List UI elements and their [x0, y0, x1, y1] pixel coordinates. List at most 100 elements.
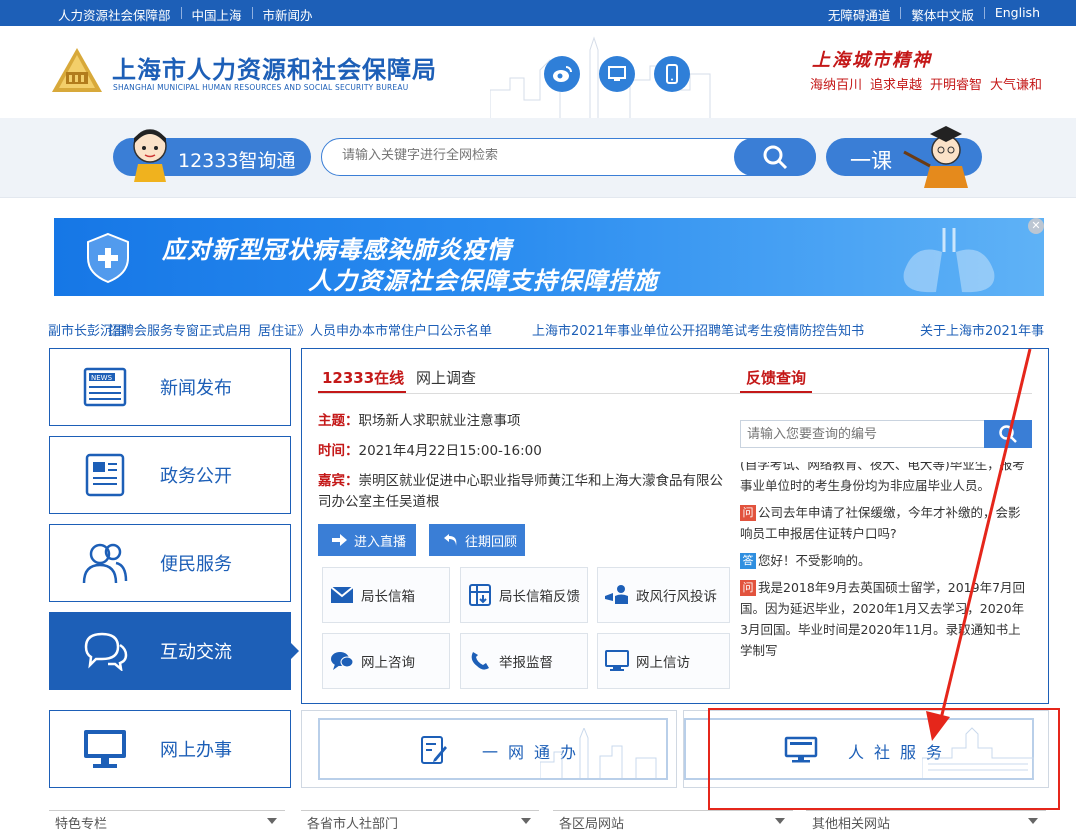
dropdown-label: 特色专栏: [55, 817, 108, 832]
tile-mailbox-feedback[interactable]: 局长信箱反馈: [460, 567, 588, 623]
banner-line-2: 人力资源社会保障支持保障措施: [308, 267, 658, 295]
live-guest: 嘉宾：崇明区就业促进中心职业指导师黄江华和上海大濛食品有限公司办公室主任吴道根: [318, 471, 730, 513]
live-time: 时间：2021年4月22日15:00-16:00: [318, 441, 542, 462]
feedback-text: 您好！不受影响的。: [758, 553, 871, 568]
site-title[interactable]: 上海市人力资源和社会保障局: [112, 50, 437, 85]
city-spirit-title: 上海城市精神: [812, 50, 932, 71]
tile-online-consult[interactable]: 网上咨询: [322, 633, 450, 689]
guest-text: 崇明区就业促进中心职业指导师黄江华和上海大濛食品有限公司办公室主任吴道根: [318, 473, 723, 510]
dropdown-label: 各区局网站: [559, 817, 625, 832]
mobile-site-button[interactable]: [654, 56, 690, 92]
tile-label: 网上咨询: [361, 655, 415, 671]
divider: [900, 7, 902, 19]
site-header: 上海市人力资源和社会保障局 SHANGHAI MUNICIPAL HUMAN R…: [0, 26, 1076, 118]
past-review-button[interactable]: 往期回顾: [429, 524, 525, 556]
news-ticker: 副市长彭沉雷 招聘会服务专窗正式启用 居住证》人员申办本市常住户口公示名单 上海…: [48, 320, 1050, 338]
tile-conduct-complaint[interactable]: 政风行风投诉: [597, 567, 730, 623]
link-english[interactable]: English: [995, 5, 1040, 24]
tab-feedback-query[interactable]: 反馈查询: [746, 367, 806, 388]
divider: [983, 7, 985, 19]
nav-government-affairs[interactable]: 政务公开: [49, 436, 291, 514]
nav-label: 互动交流: [160, 642, 232, 663]
tile-online-petition[interactable]: 网上信访: [597, 633, 730, 689]
nav-online-services[interactable]: 网上办事: [49, 710, 291, 788]
divider: [251, 7, 253, 19]
dropdown-district-sites[interactable]: 各区局网站: [553, 810, 793, 832]
dropdown-featured-columns[interactable]: 特色专栏: [49, 810, 285, 832]
link-accessibility[interactable]: 无障碍通道: [828, 5, 891, 24]
tile-director-mailbox[interactable]: 局长信箱: [322, 567, 450, 623]
ticker-item[interactable]: 居住证》人员申办本市常住户口公示名单: [258, 320, 492, 338]
link-traditional-chinese[interactable]: 繁体中文版: [911, 5, 974, 24]
desktop-site-button[interactable]: [599, 56, 635, 92]
nav-news-release[interactable]: NEWS 新闻发布: [49, 348, 291, 426]
shield-cross-icon: [87, 232, 129, 284]
weibo-button[interactable]: [544, 56, 580, 92]
epidemic-banner[interactable]: 应对新型冠状病毒感染肺炎疫情 人力资源社会保障支持保障措施: [54, 218, 1044, 296]
tile-label: 举报监督: [499, 655, 553, 671]
form-edit-icon: [421, 736, 447, 764]
one-network-button[interactable]: 一网通办: [318, 718, 668, 780]
people-icon: [50, 541, 160, 585]
nav-label: 网上办事: [160, 740, 232, 761]
dropdown-provincial-departments[interactable]: 各省市人社部门: [301, 810, 539, 832]
service-box-one-network: 一网通办: [301, 710, 677, 788]
megaphone-icon: [598, 584, 636, 606]
tab-online-survey[interactable]: 网上调查: [416, 367, 476, 388]
link-china-shanghai[interactable]: 中国上海: [192, 5, 242, 24]
undo-icon: [444, 534, 457, 546]
search-icon: [763, 145, 788, 170]
weibo-icon: [553, 66, 572, 82]
screen-icon: [598, 650, 636, 672]
enter-live-button[interactable]: 进入直播: [318, 524, 416, 556]
link-mohrss[interactable]: 人力资源社会保障部: [58, 5, 171, 24]
tile-label: 网上信访: [636, 655, 690, 671]
monitor-icon: [50, 728, 160, 770]
skyline-illustration: [540, 728, 657, 778]
speech-icon: [323, 651, 361, 671]
assistant-avatar-icon: [133, 129, 167, 182]
link-news-office[interactable]: 市新闻办: [263, 5, 313, 24]
ticker-item[interactable]: 关于上海市2021年事: [920, 320, 1044, 338]
search-input[interactable]: [342, 148, 722, 163]
mobile-icon: [666, 64, 678, 84]
dropdown-label: 各省市人社部门: [307, 817, 399, 832]
nav-label: 便民服务: [160, 554, 232, 575]
banner-close-button[interactable]: ✕: [1028, 218, 1044, 234]
question-badge: 问: [740, 505, 756, 521]
mail-icon: [323, 586, 361, 604]
inbox-icon: [461, 584, 499, 606]
nav-label: 新闻发布: [160, 378, 232, 399]
search-button[interactable]: [734, 138, 816, 176]
ticker-item[interactable]: 上海市2021年事业单位公开招聘笔试考生疫情防控告知书: [532, 320, 864, 338]
tab-12333-online[interactable]: 12333在线: [322, 367, 404, 388]
tile-report-supervision[interactable]: 举报监督: [460, 633, 588, 689]
site-subtitle: SHANGHAI MUNICIPAL HUMAN RESOURCES AND S…: [113, 83, 409, 92]
arrow-right-icon: [332, 534, 347, 546]
chevron-down-icon: [267, 818, 277, 824]
enter-live-label: 进入直播: [354, 534, 407, 550]
active-nav-pointer: [291, 643, 299, 659]
ticker-item[interactable]: 招聘会服务专窗正式启用: [108, 320, 251, 338]
live-topic: 主题：职场新人求职就业注意事项: [318, 411, 521, 432]
chat-icon: [50, 631, 160, 671]
tile-label: 局长信箱反馈: [499, 589, 580, 605]
teacher-avatar-icon: [903, 126, 968, 188]
bureau-emblem-icon[interactable]: [50, 46, 104, 98]
dropdown-other-sites[interactable]: 其他相关网站: [806, 810, 1046, 832]
banner-line-1: 应对新型冠状病毒感染肺炎疫情: [162, 236, 512, 264]
lungs-icon: [903, 228, 995, 293]
yike-label: 一课: [850, 149, 892, 173]
time-text: 2021年4月22日15:00-16:00: [358, 443, 542, 459]
nav-interaction[interactable]: 互动交流: [49, 612, 291, 690]
tile-label: 政风行风投诉: [636, 589, 717, 605]
guest-label: 嘉宾：: [318, 473, 359, 489]
nav-citizen-services[interactable]: 便民服务: [49, 524, 291, 602]
topic-text: 职场新人求职就业注意事项: [358, 413, 521, 429]
time-label: 时间：: [318, 443, 359, 459]
chevron-down-icon: [521, 818, 531, 824]
zhixuntong-label: 12333智询通: [178, 150, 296, 172]
divider: [180, 7, 182, 19]
chevron-down-icon: [1028, 818, 1038, 824]
past-review-label: 往期回顾: [465, 534, 518, 550]
